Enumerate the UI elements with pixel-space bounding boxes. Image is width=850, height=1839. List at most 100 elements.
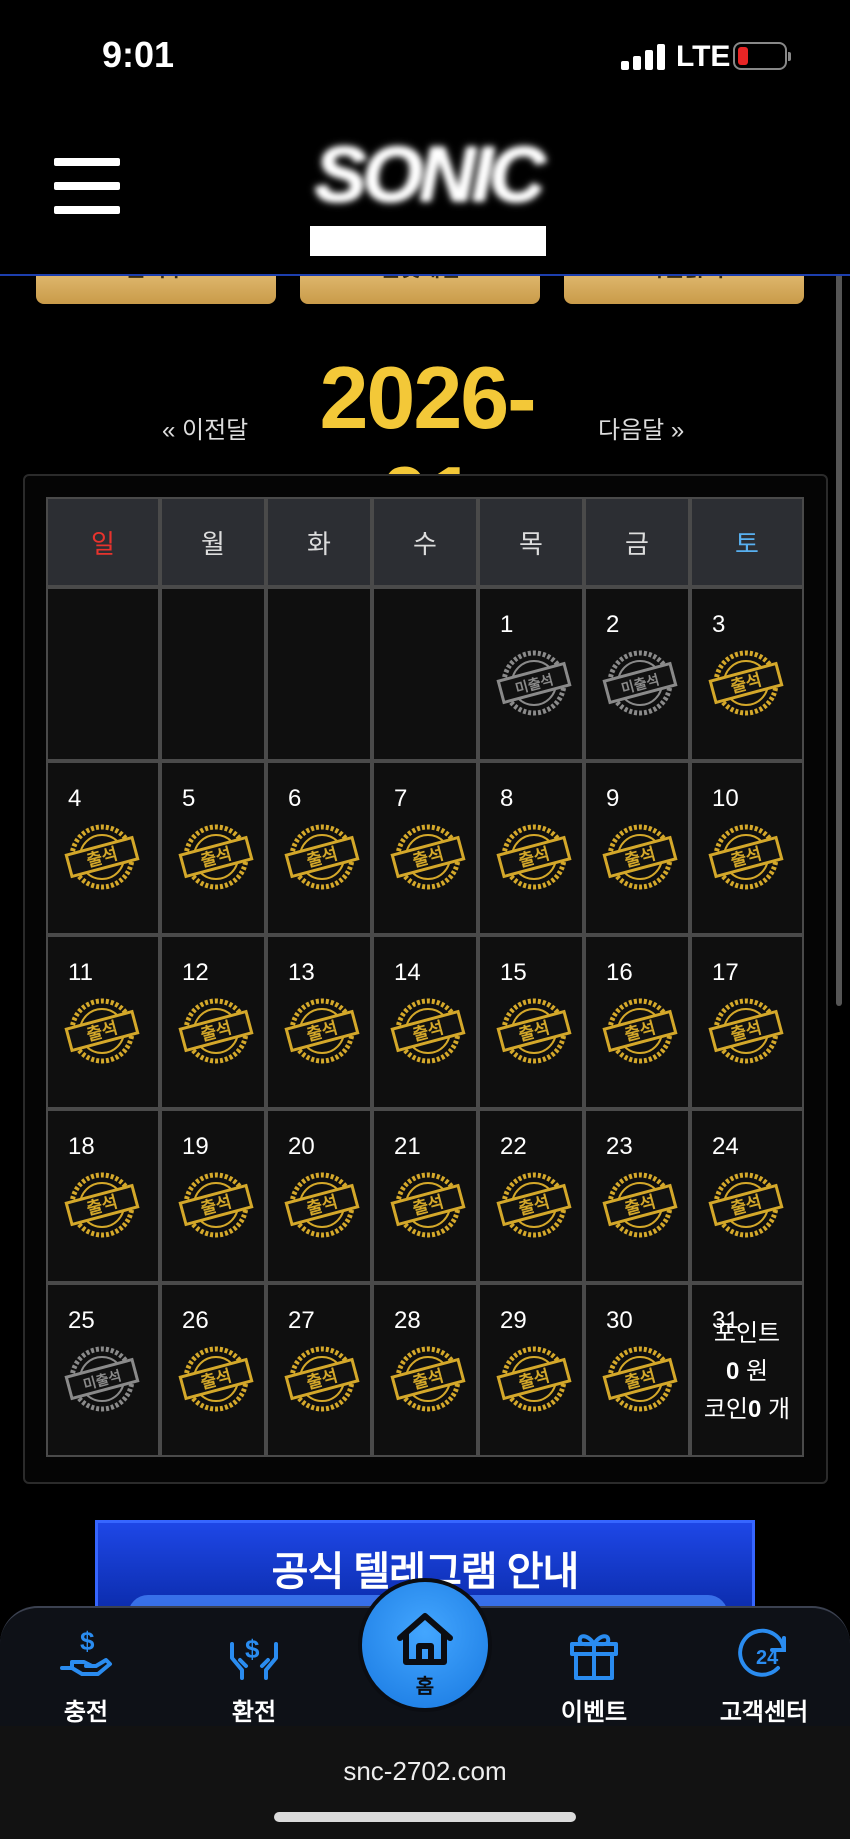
- calendar-day-cell: [160, 587, 266, 761]
- day-number: 13: [288, 959, 315, 986]
- calendar-day-cell: [46, 587, 160, 761]
- home-icon: [397, 1613, 453, 1665]
- calendar-day-cell[interactable]: 13 출석: [266, 935, 372, 1109]
- day-number: 30: [606, 1307, 633, 1334]
- calendar-day-cell[interactable]: 19 출석: [160, 1109, 266, 1283]
- calendar-day-cell[interactable]: 4 출석: [46, 761, 160, 935]
- calendar-day-cell[interactable]: 20 출석: [266, 1109, 372, 1283]
- calendar-day-cell[interactable]: 15 출석: [478, 935, 584, 1109]
- day-number: 12: [182, 959, 209, 986]
- day-number: 6: [288, 785, 302, 812]
- points-summary: 포인트 0 원 코인0 개: [692, 1315, 802, 1429]
- deposit-icon: $: [60, 1626, 112, 1676]
- day-number: 22: [500, 1133, 527, 1160]
- calendar-day-cell[interactable]: 24 출석: [690, 1109, 804, 1283]
- attendance-stamp-icon: 출석: [176, 817, 256, 897]
- nav-event[interactable]: 이벤트: [534, 1624, 654, 1727]
- attendance-stamp-icon: 출석: [600, 817, 680, 897]
- url-text: snc-2702.com: [343, 1756, 507, 1786]
- attendance-stamp-icon: 출석: [282, 1339, 362, 1419]
- day-number: 1: [500, 611, 514, 638]
- attendance-stamp-icon: 출석: [600, 1339, 680, 1419]
- calendar-day-cell[interactable]: 23 출석: [584, 1109, 690, 1283]
- month-navigation: « 이전달 2026-01 다음달 »: [0, 348, 850, 547]
- day-number: 17: [712, 959, 739, 986]
- calendar-day-cell[interactable]: 27 출석: [266, 1283, 372, 1457]
- calendar-week-row: 4 출석 5 출석 6 출석 7 출석 8 출석 9 출석 10 출석: [46, 761, 804, 935]
- calendar-day-cell[interactable]: 9 출석: [584, 761, 690, 935]
- day-number: 8: [500, 785, 514, 812]
- attendance-stamp-icon: 출석: [282, 991, 362, 1071]
- prev-month-link[interactable]: « 이전달: [162, 410, 248, 445]
- calendar-day-cell[interactable]: 2 미출석: [584, 587, 690, 761]
- calendar-day-cell[interactable]: 8 출석: [478, 761, 584, 935]
- nav-support[interactable]: 24 고객센터: [704, 1624, 824, 1727]
- calendar-day-cell: [266, 587, 372, 761]
- weekday-header: 목: [478, 497, 584, 587]
- battery-icon: [733, 42, 791, 70]
- points-unit: 원: [745, 1358, 769, 1385]
- weekday-header: 토: [690, 497, 804, 587]
- attendance-stamp-icon: 출석: [282, 817, 362, 897]
- attendance-stamp-icon: 출석: [176, 991, 256, 1071]
- attendance-calendar: 일월화수목금토 1 미출석 2 미출석 3 출석 4 출석 5 출석 6 출석 7 출석 8 출석 9 출석 10 출…: [46, 497, 804, 1457]
- nav-deposit[interactable]: $ 충전: [26, 1624, 146, 1727]
- browser-url-bar[interactable]: snc-2702.com: [0, 1726, 850, 1839]
- calendar-day-cell[interactable]: 22 출석: [478, 1109, 584, 1283]
- calendar-day-cell[interactable]: 5 출석: [160, 761, 266, 935]
- attendance-stamp-icon: 출석: [176, 1165, 256, 1245]
- attendance-stamp-icon: 출석: [494, 1165, 574, 1245]
- weekday-header: 월: [160, 497, 266, 587]
- calendar-day-cell[interactable]: 21 출석: [372, 1109, 478, 1283]
- home-indicator: [274, 1812, 576, 1822]
- calendar-day-cell[interactable]: 28 출석: [372, 1283, 478, 1457]
- day-number: 3: [712, 611, 726, 638]
- attendance-stamp-icon: 출석: [176, 1339, 256, 1419]
- day-number: 19: [182, 1133, 209, 1160]
- attendance-stamp-icon: 출석: [494, 817, 574, 897]
- site-logo[interactable]: SONIC: [286, 134, 570, 256]
- calendar-day-cell[interactable]: 16 출석: [584, 935, 690, 1109]
- nav-support-label: 고객센터: [719, 1699, 809, 1726]
- svg-text:24: 24: [756, 1647, 779, 1669]
- calendar-day-cell[interactable]: 1 미출석: [478, 587, 584, 761]
- calendar-day-cell[interactable]: 30 출석: [584, 1283, 690, 1457]
- calendar-day-cell[interactable]: 7 출석: [372, 761, 478, 935]
- svg-text:$: $: [80, 1626, 95, 1656]
- day-number: 21: [394, 1133, 421, 1160]
- attendance-stamp-icon: 출석: [388, 991, 468, 1071]
- calendar-day-cell[interactable]: 17 출석: [690, 935, 804, 1109]
- absence-stamp-icon: 미출석: [494, 643, 574, 723]
- calendar-day-cell[interactable]: 25 미출석: [46, 1283, 160, 1457]
- calendar-day-cell[interactable]: 10 출석: [690, 761, 804, 935]
- attendance-stamp-icon: 출석: [388, 817, 468, 897]
- network-label: LTE: [676, 40, 731, 73]
- next-month-link[interactable]: 다음달 »: [598, 410, 684, 445]
- absence-stamp-icon: 미출석: [62, 1339, 142, 1419]
- gift-icon: [570, 1634, 618, 1680]
- calendar-day-cell[interactable]: 29 출석: [478, 1283, 584, 1457]
- calendar-week-row: 18 출석 19 출석 20 출석 21 출석 22 출석 23 출석 24 출석: [46, 1109, 804, 1283]
- calendar-day-cell[interactable]: 3 출석: [690, 587, 804, 761]
- calendar-day-cell[interactable]: 12 출석: [160, 935, 266, 1109]
- calendar-day-cell[interactable]: 6 출석: [266, 761, 372, 935]
- nav-withdraw[interactable]: $ 환전: [194, 1624, 314, 1727]
- calendar-day-cell[interactable]: 14 출석: [372, 935, 478, 1109]
- day-number: 20: [288, 1133, 315, 1160]
- hamburger-menu-icon[interactable]: [54, 158, 120, 216]
- calendar-day-cell[interactable]: 18 출석: [46, 1109, 160, 1283]
- points-value: 0: [725, 1358, 740, 1385]
- day-number: 11: [68, 959, 93, 986]
- points-value-line: 0 원: [692, 1353, 802, 1391]
- attendance-stamp-icon: 출석: [388, 1165, 468, 1245]
- coin-unit: 개: [768, 1396, 791, 1423]
- calendar-day-cell[interactable]: 11 출석: [46, 935, 160, 1109]
- calendar-day-cell[interactable]: 26 출석: [160, 1283, 266, 1457]
- nav-withdraw-label: 환전: [231, 1699, 277, 1726]
- attendance-stamp-icon: 출석: [62, 817, 142, 897]
- calendar-day-cell[interactable]: 31 포인트 0 원 코인0 개: [690, 1283, 804, 1457]
- scrollbar[interactable]: [836, 226, 842, 1006]
- day-number: 15: [500, 959, 527, 986]
- nav-home-button[interactable]: 홈: [358, 1578, 492, 1712]
- attendance-stamp-icon: 출석: [62, 1165, 142, 1245]
